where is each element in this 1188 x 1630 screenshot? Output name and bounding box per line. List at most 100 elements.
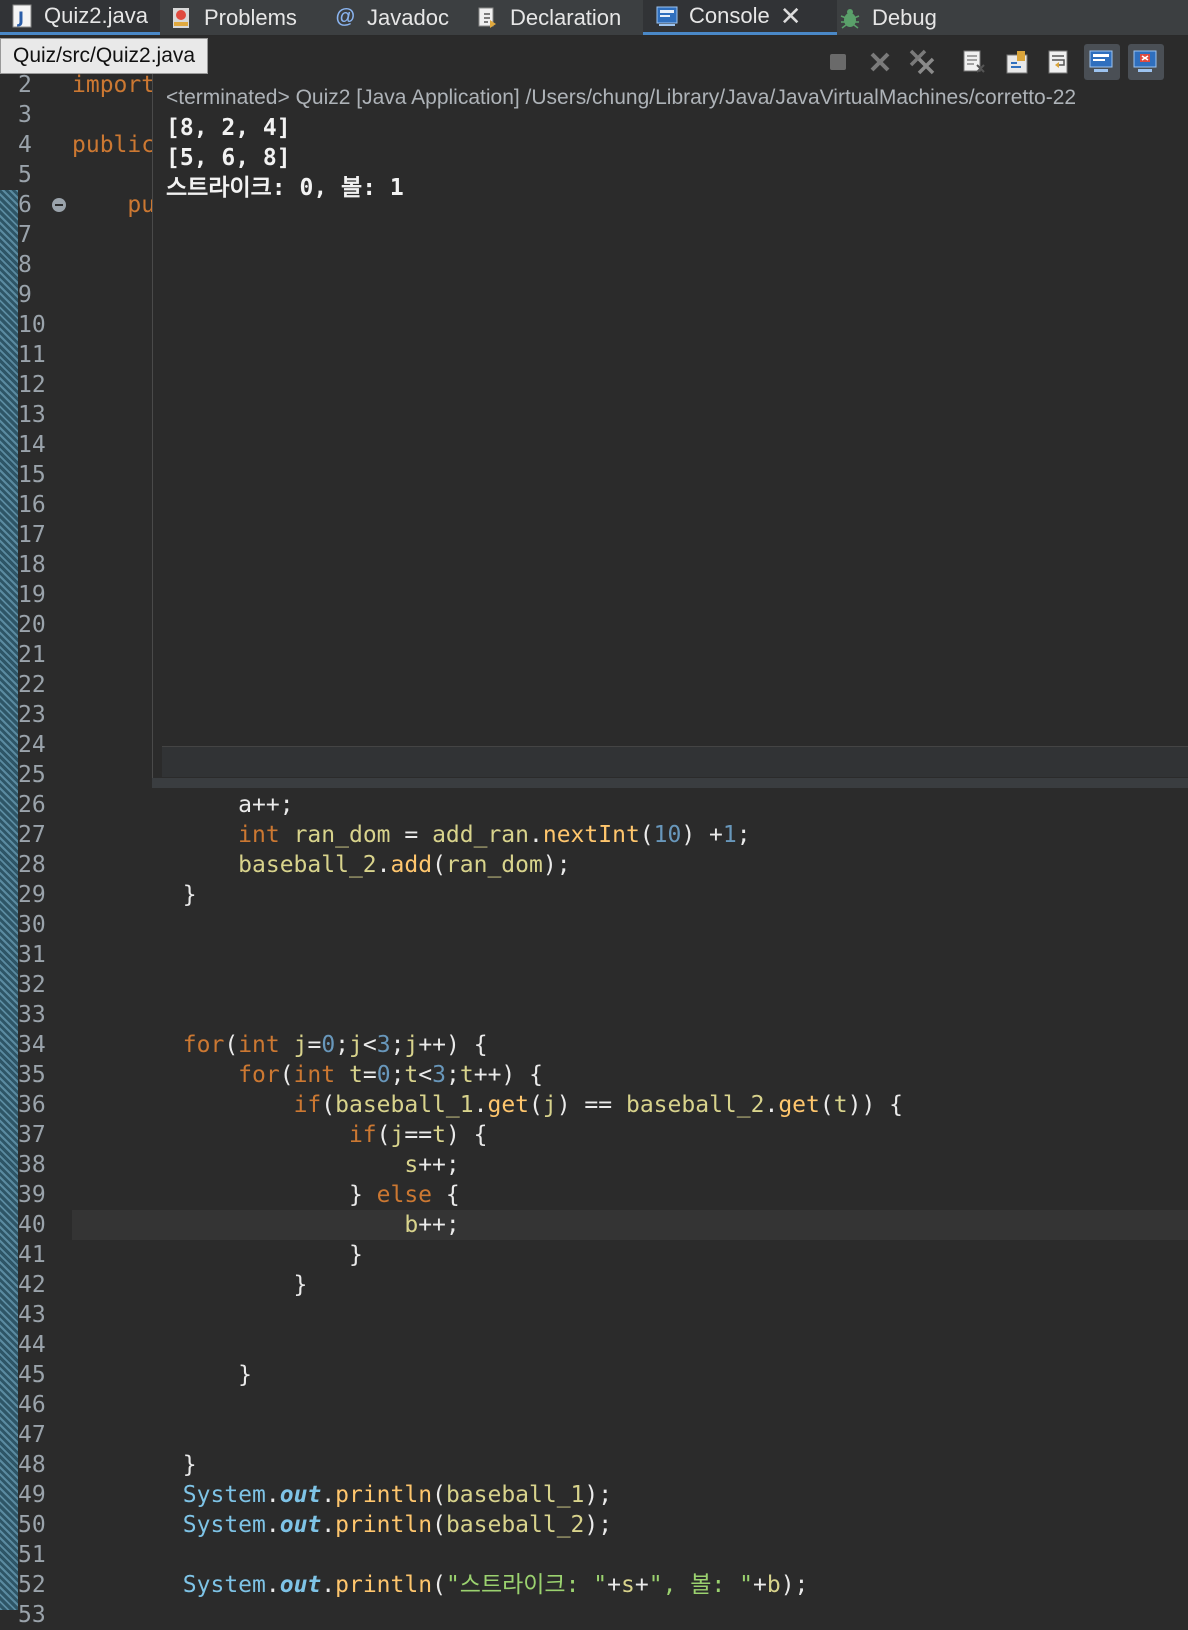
javadoc-icon: @	[335, 6, 355, 28]
scroll-lock-icon[interactable]	[1000, 44, 1036, 80]
code-line[interactable]: 39 } else {	[0, 1180, 1188, 1210]
line-number: 20	[18, 612, 46, 638]
code-line[interactable]: 53	[0, 1600, 1188, 1630]
line-number: 29	[18, 882, 46, 908]
line-number: 24	[18, 732, 46, 758]
line-number: 21	[18, 642, 46, 668]
code-line[interactable]: 52 System.out.println("스트라이크: "+s+", 볼: …	[0, 1570, 1188, 1600]
line-number: 45	[18, 1362, 46, 1388]
code-line[interactable]: 31	[0, 940, 1188, 970]
console-line: 스트라이크: 0, 볼: 1	[166, 175, 404, 201]
console-input-area[interactable]	[162, 746, 1188, 777]
line-number: 14	[18, 432, 46, 458]
tab-label: Javadoc	[367, 4, 449, 30]
code-line[interactable]: 48 }	[0, 1450, 1188, 1480]
code-line[interactable]: 35 for(int t=0;t<3;t++) {	[0, 1060, 1188, 1090]
line-number: 25	[18, 762, 46, 788]
word-wrap-icon[interactable]	[1042, 44, 1078, 80]
clear-console-icon[interactable]	[956, 44, 992, 80]
tab-problems[interactable]: Problems	[170, 0, 297, 35]
code-text: System.out.println(baseball_2);	[182, 1512, 613, 1538]
line-number: 46	[18, 1392, 46, 1418]
line-number: 52	[18, 1572, 46, 1598]
code-text: import	[72, 72, 156, 98]
code-line[interactable]: 43	[0, 1300, 1188, 1330]
declaration-icon	[476, 6, 500, 30]
code-text: if(baseball_1.get(j) == baseball_2.get(t…	[293, 1092, 903, 1118]
console-launch-header: <terminated> Quiz2 [Java Application] /U…	[166, 86, 1077, 109]
code-line[interactable]: 41 }	[0, 1240, 1188, 1270]
java-file-icon: J	[10, 4, 34, 28]
code-line[interactable]: 45 }	[0, 1360, 1188, 1390]
remove-all-terminated-icon[interactable]	[904, 44, 940, 80]
code-line[interactable]: 29 }	[0, 880, 1188, 910]
code-line[interactable]: 38 s++;	[0, 1150, 1188, 1180]
line-number: 32	[18, 972, 46, 998]
code-text: baseball_2.add(ran_dom);	[238, 852, 571, 878]
line-number: 31	[18, 942, 46, 968]
code-line[interactable]: 26 a++;	[0, 790, 1188, 820]
code-line[interactable]: 44	[0, 1330, 1188, 1360]
line-number: 51	[18, 1542, 46, 1568]
tab-label: Debug	[872, 4, 937, 30]
code-line[interactable]: 30	[0, 910, 1188, 940]
tab-quiz2-java[interactable]: J Quiz2.java	[0, 0, 160, 35]
code-line[interactable]: 37 if(j==t) {	[0, 1120, 1188, 1150]
pin-console-icon[interactable]	[1128, 44, 1164, 80]
terminate-icon[interactable]	[820, 44, 856, 80]
line-number: 18	[18, 552, 46, 578]
line-number: 35	[18, 1062, 46, 1088]
code-text: b++;	[404, 1212, 460, 1238]
code-line[interactable]: 40 b++;	[18, 1210, 1188, 1240]
line-number: 48	[18, 1452, 46, 1478]
line-number: 23	[18, 702, 46, 728]
line-number: 37	[18, 1122, 46, 1148]
editor-path-tooltip: Quiz/src/Quiz2.java	[0, 38, 209, 74]
view-tab-bar: J Quiz2.java Problems @ Javadoc Declarat…	[0, 0, 1188, 36]
code-line[interactable]: 33	[0, 1000, 1188, 1030]
code-line[interactable]: 50 System.out.println(baseball_2);	[0, 1510, 1188, 1540]
line-number: 7	[18, 222, 32, 248]
code-line[interactable]: 36 if(baseball_1.get(j) == baseball_2.ge…	[0, 1090, 1188, 1120]
code-text: }	[72, 1272, 308, 1298]
remove-launch-icon[interactable]	[862, 44, 898, 80]
code-text: }	[72, 882, 197, 908]
console-bottom-edge	[152, 778, 1188, 788]
code-line[interactable]: 49 System.out.println(baseball_1);	[0, 1480, 1188, 1510]
tab-label: Quiz2.java	[44, 3, 148, 28]
code-line[interactable]: 27 int ran_dom = add_ran.nextInt(10) +1;	[0, 820, 1188, 850]
code-line[interactable]: 32	[0, 970, 1188, 1000]
console-toolbar	[820, 40, 1188, 84]
line-number: 6	[18, 192, 32, 218]
code-text: }	[72, 1362, 253, 1388]
tab-debug[interactable]: Debug	[838, 0, 937, 35]
tab-label: Problems	[204, 4, 297, 30]
line-number: 2	[18, 72, 32, 98]
line-number: 26	[18, 792, 46, 818]
tab-declaration[interactable]: Declaration	[476, 0, 621, 35]
line-number: 9	[18, 282, 32, 308]
line-number: 40	[18, 1212, 46, 1238]
code-line[interactable]: 47	[0, 1420, 1188, 1450]
problems-icon	[170, 6, 194, 30]
line-number: 4	[18, 132, 32, 158]
code-line[interactable]: 42 }	[0, 1270, 1188, 1300]
code-text: }	[72, 1242, 363, 1268]
code-line[interactable]: 28 baseball_2.add(ran_dom);	[0, 850, 1188, 880]
show-console-on-output-icon[interactable]	[1084, 44, 1120, 80]
line-number: 13	[18, 402, 46, 428]
line-number: 19	[18, 582, 46, 608]
tab-console[interactable]: Console ✕	[643, 0, 837, 35]
line-number: 11	[18, 342, 46, 368]
code-line[interactable]: 46	[0, 1390, 1188, 1420]
line-number: 16	[18, 492, 46, 518]
code-line[interactable]: 51	[0, 1540, 1188, 1570]
code-text: for(int t=0;t<3;t++) {	[238, 1062, 543, 1088]
line-number: 42	[18, 1272, 46, 1298]
code-line[interactable]: 34 for(int j=0;j<3;j++) {	[0, 1030, 1188, 1060]
close-icon[interactable]: ✕	[780, 1, 802, 32]
line-number: 43	[18, 1302, 46, 1328]
line-number: 3	[18, 102, 32, 128]
tab-javadoc[interactable]: @ Javadoc	[333, 0, 449, 35]
code-text: int ran_dom = add_ran.nextInt(10) +1;	[238, 822, 751, 848]
